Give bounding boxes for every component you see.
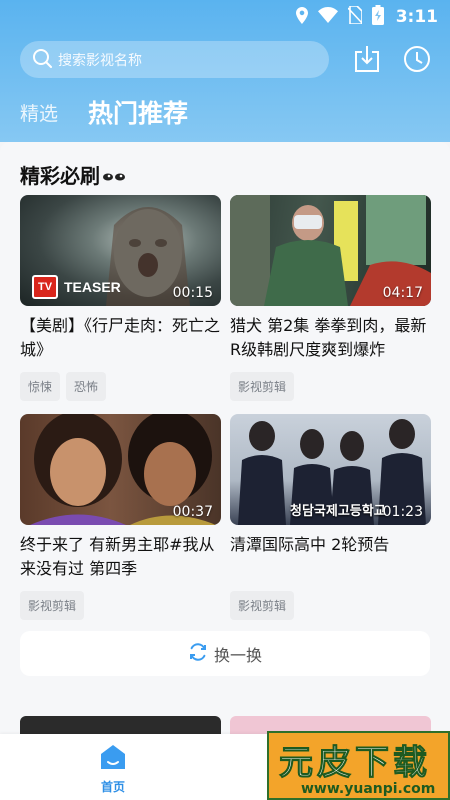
video-duration: 00:37 <box>172 504 213 520</box>
status-time: 3:11 <box>395 7 438 27</box>
tab-hot-recommend[interactable]: 热门推荐 <box>88 94 188 130</box>
video-thumbnail[interactable]: 청담국제고등학교 01:23 <box>230 414 431 525</box>
section-title-text: 精彩必刷 <box>20 164 100 188</box>
location-icon <box>295 6 308 28</box>
tag-list: 影视剪辑 <box>230 591 431 620</box>
tab-featured[interactable]: 精选 <box>20 99 58 126</box>
nav-home[interactable]: 首页 <box>92 744 134 795</box>
search-icon <box>32 48 52 72</box>
video-title[interactable]: 【美剧】《行尸走肉：死亡之城》 <box>20 314 221 362</box>
battery-icon <box>371 5 384 29</box>
header: 3:11 搜索影视名称 精选 热门推荐 <box>0 0 450 142</box>
home-icon <box>100 744 126 774</box>
watermark-text: 元皮下载 <box>279 743 431 784</box>
video-card[interactable]: 청담국제고등학교 01:23 清潭国际高中 2轮预告 影视剪辑 <box>230 414 431 620</box>
wifi-icon <box>317 7 338 27</box>
video-card[interactable]: 04:17 猎犬 第2集 拳拳到肉，最新R级韩剧尺度爽到爆炸 影视剪辑 <box>230 195 431 401</box>
tag[interactable]: 惊悚 <box>20 372 61 401</box>
video-title[interactable]: 清潭国际高中 2轮预告 <box>230 533 431 581</box>
video-thumbnail-peek[interactable] <box>20 716 221 736</box>
nav-home-label: 首页 <box>100 780 125 794</box>
tv-logo-icon: TV <box>32 275 58 299</box>
status-bar: 3:11 <box>0 0 450 34</box>
watermark-logo: 元皮下载 www.yuanpi.com <box>267 731 450 800</box>
video-card[interactable]: 00:37 终于来了 有新男主耶#我从来没有过 第四季 影视剪辑 <box>20 414 221 620</box>
history-clock-icon[interactable] <box>403 44 431 74</box>
eyes-icon <box>102 163 126 187</box>
video-title[interactable]: 猎犬 第2集 拳拳到肉，最新R级韩剧尺度爽到爆炸 <box>230 314 431 362</box>
teaser-label: TEASER <box>64 279 121 295</box>
korean-title-overlay: 청담국제고등학교 <box>290 504 386 519</box>
tag-list: 影视剪辑 <box>20 591 221 620</box>
watermark-url: www.yuanpi.com <box>301 781 436 797</box>
video-duration: 04:17 <box>382 285 423 301</box>
search-placeholder: 搜索影视名称 <box>58 52 142 69</box>
tag-list: 惊悚 恐怖 <box>20 372 221 401</box>
video-duration: 01:23 <box>382 504 423 520</box>
no-sim-icon <box>347 5 363 28</box>
tag[interactable]: 影视剪辑 <box>230 372 295 401</box>
video-thumbnail[interactable]: TV TEASER 00:15 <box>20 195 221 306</box>
video-duration: 00:15 <box>172 285 213 301</box>
tag[interactable]: 影视剪辑 <box>20 591 85 620</box>
video-card[interactable]: TV TEASER 00:15 【美剧】《行尸走肉：死亡之城》 惊悚 恐怖 <box>20 195 221 401</box>
tag[interactable]: 影视剪辑 <box>230 591 295 620</box>
teaser-badge: TV TEASER <box>32 275 121 299</box>
tag[interactable]: 恐怖 <box>66 372 107 401</box>
refresh-button[interactable]: 换一换 <box>20 631 430 676</box>
refresh-icon <box>188 642 208 666</box>
video-thumbnail[interactable]: 04:17 <box>230 195 431 306</box>
video-title[interactable]: 终于来了 有新男主耶#我从来没有过 第四季 <box>20 533 221 581</box>
refresh-label: 换一换 <box>213 645 262 665</box>
download-icon[interactable] <box>353 44 381 74</box>
section-title: 精彩必刷 <box>20 160 126 189</box>
video-thumbnail[interactable]: 00:37 <box>20 414 221 525</box>
tag-list: 影视剪辑 <box>230 372 431 401</box>
search-input[interactable]: 搜索影视名称 <box>20 41 329 78</box>
